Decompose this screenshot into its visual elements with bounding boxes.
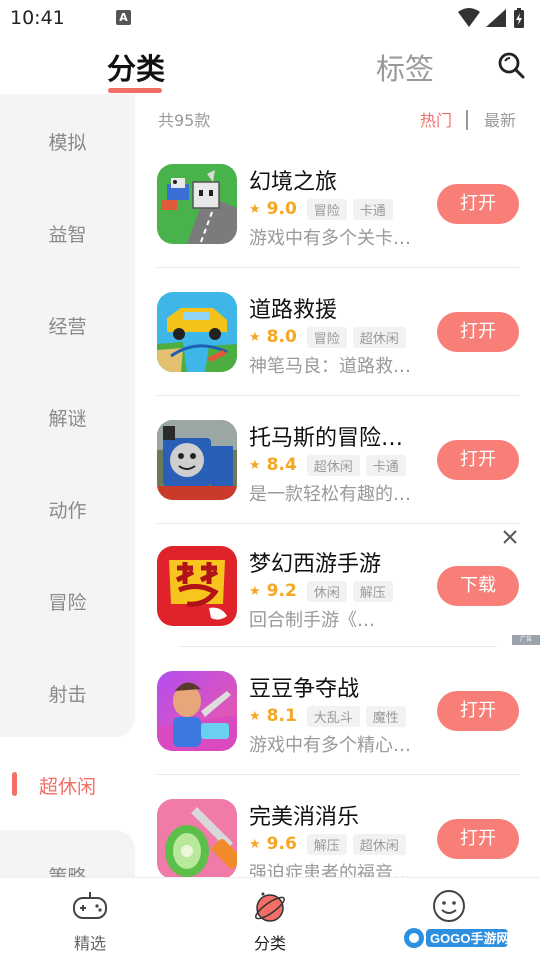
- list-item[interactable]: 幻境之旅 ★ 9.0 冒险 卡通 游戏中有多个关卡… 打开: [157, 164, 519, 292]
- system-status-icons: [458, 8, 524, 28]
- category-puzzle[interactable]: 益智: [0, 220, 135, 247]
- star-icon: ★: [249, 583, 261, 599]
- ad-label: 广告: [512, 635, 540, 645]
- app-tag: 卡通: [352, 198, 393, 220]
- category-hyper-casual[interactable]: 超休闲: [0, 772, 135, 799]
- star-icon: ★: [249, 708, 261, 724]
- category-shooter[interactable]: 射击: [0, 680, 135, 707]
- status-bar: 10:41 A: [0, 0, 540, 36]
- app-tag: 魔性: [365, 705, 406, 727]
- app-rating: 9.0: [266, 199, 297, 219]
- divider: [157, 395, 519, 396]
- app-tag: 休闲: [306, 580, 347, 602]
- app-name[interactable]: 托马斯的冒险…: [249, 420, 403, 452]
- gamepad-icon: [73, 892, 107, 919]
- app-tag: 冒险: [306, 326, 347, 348]
- nav-label: 分类: [253, 934, 286, 953]
- category-riddle[interactable]: 解谜: [0, 404, 135, 431]
- signal-icon: [486, 9, 506, 27]
- app-name[interactable]: 道路救援: [249, 292, 337, 324]
- app-name[interactable]: 梦幻西游手游: [249, 546, 381, 578]
- open-button[interactable]: 打开: [437, 312, 519, 352]
- app-rating: 8.1: [266, 706, 297, 726]
- app-icon: [157, 799, 237, 879]
- app-name[interactable]: 幻境之旅: [249, 164, 337, 196]
- app-rating: 8.0: [266, 327, 297, 347]
- app-tag: 超休闲: [352, 833, 406, 855]
- app-description: 是一款轻松有趣的…: [249, 484, 411, 505]
- close-ad-icon[interactable]: [501, 528, 519, 546]
- divider: [157, 774, 519, 775]
- app-icon: [157, 164, 237, 244]
- category-adventure[interactable]: 冒险: [0, 588, 135, 615]
- wifi-icon: [458, 8, 480, 27]
- app-description: 回合制手游《…: [249, 610, 375, 631]
- planet-icon: [255, 892, 285, 922]
- app-icon: [157, 671, 237, 751]
- nav-label: 精选: [73, 934, 106, 953]
- open-button[interactable]: 打开: [437, 440, 519, 480]
- list-item[interactable]: 道路救援 ★ 8.0 冒险 超休闲 神笔马良：道路救… 打开: [157, 292, 519, 420]
- app-icon: [157, 292, 237, 372]
- app-tag: 超休闲: [306, 454, 360, 476]
- list-item[interactable]: 托马斯的冒险… ★ 8.4 超休闲 卡通 是一款轻松有趣的… 打开: [157, 420, 519, 548]
- app-meta: ★ 8.0 冒险 超休闲: [249, 326, 412, 348]
- divider: [157, 523, 519, 524]
- nav-featured[interactable]: 精选: [30, 878, 150, 960]
- category-action[interactable]: 动作: [0, 496, 135, 523]
- app-tag: 解压: [306, 833, 347, 855]
- gogo-watermark-logo: GOGO手游网: [404, 928, 509, 948]
- app-description: 游戏中有多个精心…: [249, 735, 411, 756]
- star-icon: ★: [249, 201, 261, 217]
- app-tag: 卡通: [365, 454, 406, 476]
- open-button[interactable]: 打开: [437, 184, 519, 224]
- active-tab-indicator: [108, 88, 162, 93]
- search-icon[interactable]: [496, 50, 526, 80]
- tab-tags[interactable]: 标签: [376, 46, 434, 88]
- smiley-icon: [433, 890, 465, 922]
- battery-icon: [514, 8, 524, 28]
- download-button[interactable]: 下载: [437, 566, 519, 606]
- category-simulation[interactable]: 模拟: [0, 128, 135, 155]
- app-description: 神笔马良：道路救…: [249, 356, 411, 377]
- divider: [179, 646, 497, 647]
- star-icon: ★: [249, 329, 261, 345]
- open-button[interactable]: 打开: [437, 691, 519, 731]
- list-item[interactable]: 豆豆争夺战 ★ 8.1 大乱斗 魔性 游戏中有多个精心… 打开: [157, 671, 519, 799]
- header: 分类 标签: [0, 36, 540, 98]
- status-time: 10:41: [10, 7, 65, 29]
- app-tag: 冒险: [306, 198, 347, 220]
- nav-category[interactable]: 分类: [210, 878, 330, 960]
- app-icon: [157, 546, 237, 626]
- list-item-ad[interactable]: 梦幻西游手游 ★ 9.2 休闲 解压 回合制手游《… 下载: [157, 546, 519, 674]
- sort-divider: [466, 110, 468, 130]
- app-meta: ★ 9.6 解压 超休闲: [249, 833, 412, 855]
- app-icon: [157, 420, 237, 500]
- app-description: 游戏中有多个关卡…: [249, 228, 411, 249]
- open-button[interactable]: 打开: [437, 819, 519, 859]
- sort-newest[interactable]: 最新: [484, 107, 516, 131]
- app-rating: 9.6: [266, 834, 297, 854]
- app-meta: ★ 9.0 冒险 卡通: [249, 198, 399, 220]
- tab-category[interactable]: 分类: [107, 46, 165, 88]
- sort-hot[interactable]: 热门: [420, 107, 452, 131]
- star-icon: ★: [249, 836, 261, 852]
- category-management[interactable]: 经营: [0, 312, 135, 339]
- app-name[interactable]: 豆豆争夺战: [249, 671, 359, 703]
- notification-icon: A: [116, 10, 131, 25]
- divider: [157, 267, 519, 268]
- app-tag: 超休闲: [352, 326, 406, 348]
- app-rating: 9.2: [266, 581, 297, 601]
- watermark-text: GOGO手游网: [430, 931, 509, 946]
- app-tag: 大乱斗: [306, 705, 360, 727]
- app-meta: ★ 8.1 大乱斗 魔性: [249, 705, 412, 727]
- app-name[interactable]: 完美消消乐: [249, 799, 359, 831]
- app-meta: ★ 9.2 休闲 解压: [249, 580, 399, 602]
- game-count: 共95款: [158, 111, 211, 130]
- app-meta: ★ 8.4 超休闲 卡通: [249, 454, 412, 476]
- app-tag: 解压: [352, 580, 393, 602]
- star-icon: ★: [249, 457, 261, 473]
- app-rating: 8.4: [266, 455, 297, 475]
